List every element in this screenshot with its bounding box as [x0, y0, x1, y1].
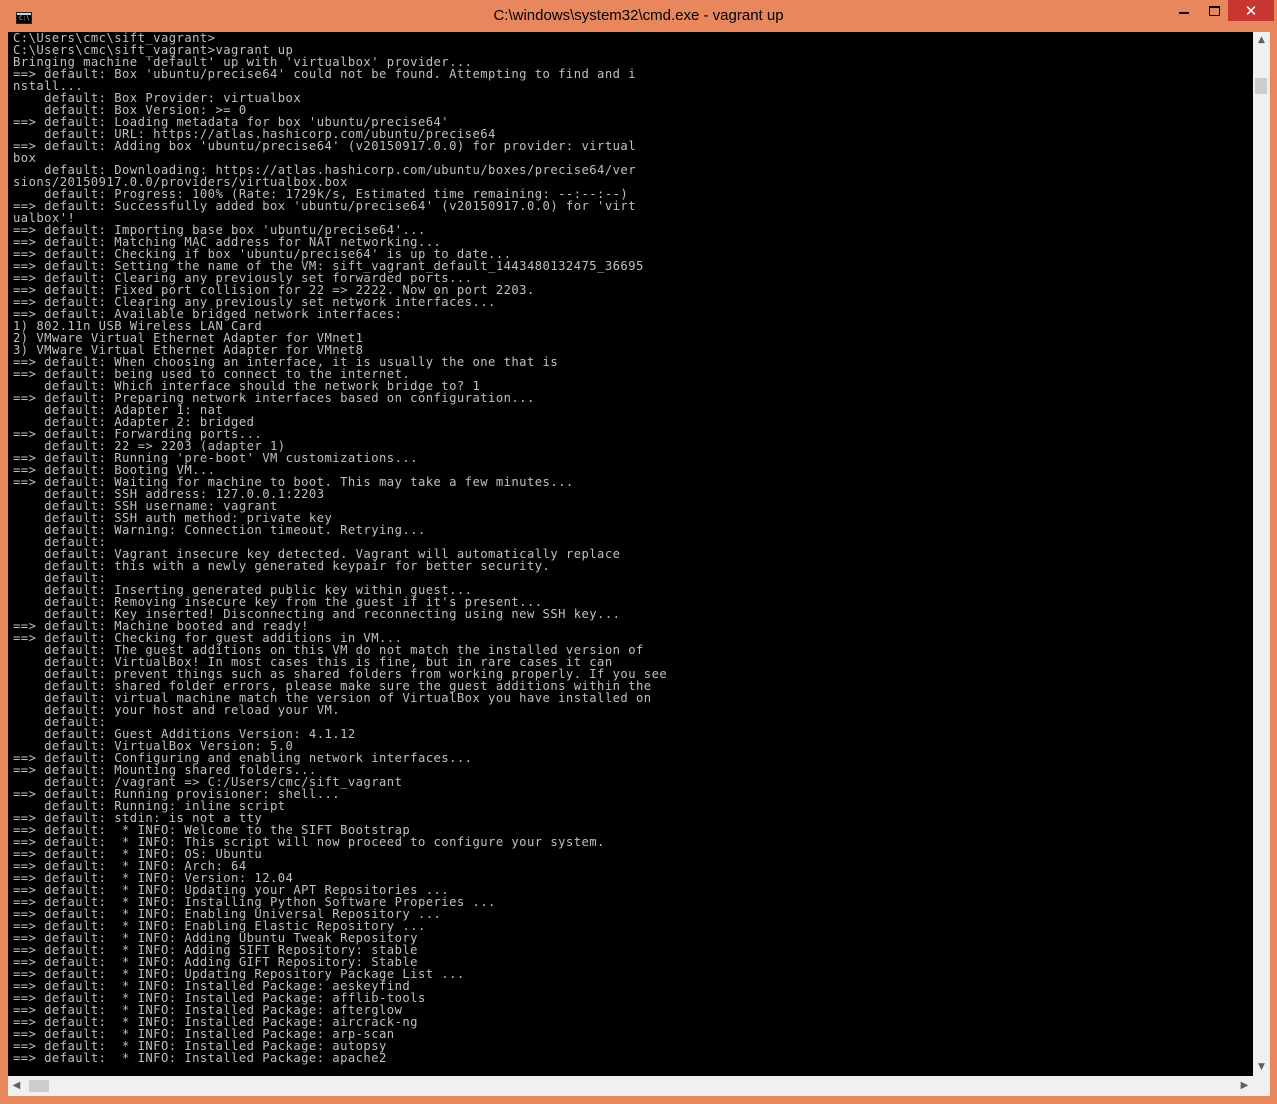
close-button[interactable]: ✕	[1228, 0, 1274, 21]
console-line: ==> default: Adding box 'ubuntu/precise6…	[13, 139, 636, 153]
scroll-right-icon[interactable]: ▶	[1236, 1076, 1253, 1096]
console-line: ==> default: Box 'ubuntu/precise64' coul…	[13, 67, 636, 81]
console-line: ==> default: * INFO: Installed Package: …	[13, 1051, 387, 1065]
vertical-scroll-thumb[interactable]	[1255, 78, 1267, 94]
title-bar[interactable]: C:\ C:\windows\system32\cmd.exe - vagran…	[0, 0, 1277, 32]
scroll-up-icon[interactable]: ▲	[1253, 32, 1270, 49]
cmd-window: C:\ C:\windows\system32\cmd.exe - vagran…	[0, 0, 1277, 1104]
console-area[interactable]: C:\Users\cmc\sift_vagrant> C:\Users\cmc\s…	[8, 32, 1270, 1096]
horizontal-scrollbar[interactable]: ◀ ▶	[8, 1076, 1253, 1096]
maximize-button[interactable]	[1201, 0, 1228, 22]
scroll-down-icon[interactable]: ▼	[1253, 1059, 1270, 1076]
vertical-scrollbar[interactable]: ▲ ▼	[1253, 32, 1270, 1076]
console-line: ==> default: Successfully added box 'ubu…	[13, 199, 636, 213]
scrollbar-corner	[1253, 1076, 1270, 1096]
console-line: default: Warning: Connection timeout. Re…	[13, 523, 426, 537]
close-icon: ✕	[1244, 2, 1258, 20]
scroll-left-icon[interactable]: ◀	[8, 1076, 25, 1096]
console-output[interactable]: C:\Users\cmc\sift_vagrant> C:\Users\cmc\s…	[13, 32, 1253, 1076]
console-line: default: your host and reload your VM.	[13, 703, 341, 717]
horizontal-scroll-thumb[interactable]	[29, 1080, 49, 1092]
window-title: C:\windows\system32\cmd.exe - vagrant up	[493, 7, 784, 24]
console-line: default: this with a newly generated key…	[13, 559, 551, 573]
minimize-button[interactable]	[1167, 0, 1201, 22]
